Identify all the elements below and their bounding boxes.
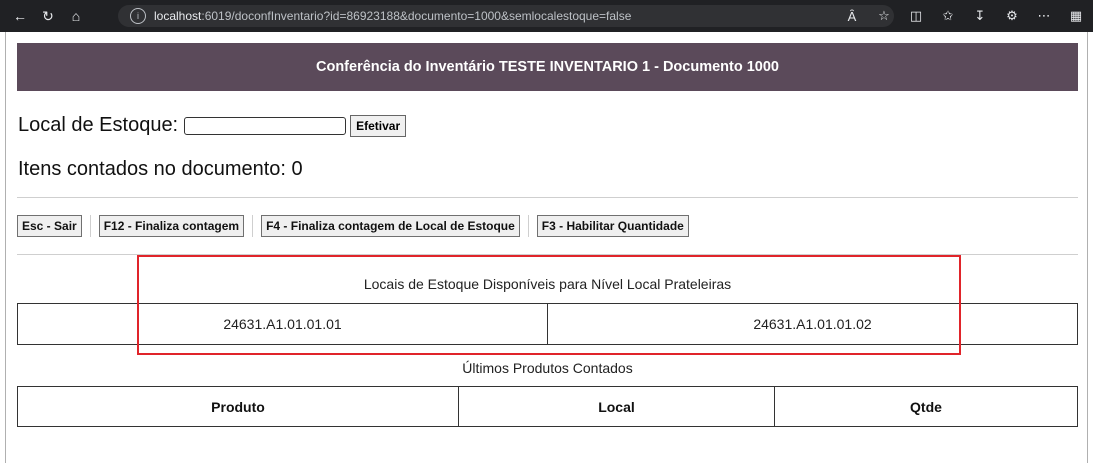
locais-cell[interactable]: 24631.A1.01.01.02 (547, 304, 1077, 344)
sidebar-icon[interactable]: ▦ (1064, 4, 1088, 28)
home-icon[interactable]: ⌂ (64, 4, 88, 28)
f3-habilitar-quantidade-button[interactable]: F3 - Habilitar Quantidade (536, 215, 689, 237)
column-header-local: Local (458, 387, 774, 426)
back-icon[interactable]: ← (8, 4, 32, 28)
separator (252, 215, 254, 237)
divider (17, 197, 1078, 198)
column-header-qtde: Qtde (774, 387, 1077, 426)
ultimos-produtos-title: Últimos Produtos Contados (462, 360, 633, 376)
url-host: localhost (154, 9, 202, 23)
separator (89, 215, 91, 237)
split-screen-icon[interactable]: ◫ (904, 4, 928, 28)
read-aloud-icon[interactable]: Ȃ (840, 4, 864, 28)
efetivar-button[interactable]: Efetivar (350, 114, 407, 137)
browser-toolbar: ← ↻ ⌂ i localhost:6019/doconfInventario?… (0, 0, 1093, 32)
url-path: :6019/doconfInventario?id=86923188&docum… (201, 9, 632, 23)
download-icon[interactable]: ↧ (968, 4, 992, 28)
address-bar[interactable]: i localhost:6019/doconfInventario?id=869… (118, 5, 894, 27)
local-estoque-label: Local de Estoque: (18, 114, 179, 136)
divider (17, 254, 1078, 255)
produtos-table: Produto Local Qtde (17, 386, 1078, 427)
refresh-icon[interactable]: ↻ (36, 4, 60, 28)
column-header-produto: Produto (211, 398, 265, 415)
locais-table: 24631.A1.01.01.01 24631.A1.01.01.02 (17, 303, 1078, 345)
page-title: Conferência do Inventário TESTE INVENTAR… (17, 43, 1078, 91)
more-icon[interactable]: ⋯ (1032, 4, 1056, 28)
action-bar: Esc - Sair F12 - Finaliza contagem F4 - … (17, 215, 689, 237)
extensions-icon[interactable]: ⚙ (1000, 4, 1024, 28)
f12-finaliza-contagem-button[interactable]: F12 - Finaliza contagem (98, 215, 245, 237)
itens-contados-text: Itens contados no documento: 0 (18, 158, 303, 180)
separator (527, 215, 529, 237)
favorite-star-icon[interactable]: ☆ (872, 4, 896, 28)
f4-finaliza-local-button[interactable]: F4 - Finaliza contagem de Local de Estoq… (261, 215, 520, 237)
favorites-icon[interactable]: ✩ (936, 4, 960, 28)
locais-cell[interactable]: 24631.A1.01.01.01 (18, 304, 547, 344)
locais-title: Locais de Estoque Disponíveis para Nível… (363, 276, 732, 292)
local-estoque-row: Local de Estoque: Efetivar (18, 114, 407, 137)
info-icon[interactable]: i (130, 8, 146, 24)
esc-sair-button[interactable]: Esc - Sair (17, 215, 82, 237)
local-estoque-input[interactable] (184, 116, 347, 135)
